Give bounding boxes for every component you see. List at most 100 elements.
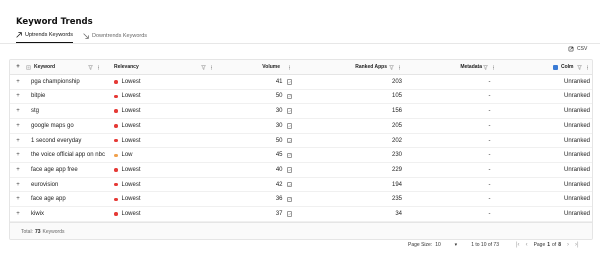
colm-cell: Unranked <box>563 137 590 144</box>
csv-export-button[interactable]: CSV <box>568 46 587 52</box>
relevancy-cell: Lowest <box>110 193 226 207</box>
column-menu-icon[interactable] <box>287 65 292 70</box>
filter-icon[interactable] <box>576 64 582 70</box>
keyword-cell[interactable]: eurovision <box>26 178 110 192</box>
column-header-colm[interactable]: Colm <box>550 60 592 74</box>
expand-row-toggle[interactable]: + <box>10 90 26 104</box>
tab-uptrends[interactable]: Uptrends Keywords <box>16 31 73 43</box>
filter-icon[interactable] <box>483 64 488 70</box>
keyword-cell[interactable]: face age app <box>26 193 110 207</box>
volume-cell: 45 <box>226 149 296 163</box>
relevancy-label: Lowest <box>121 93 141 100</box>
volume-value: 30 <box>275 108 283 115</box>
filter-icon[interactable] <box>389 64 394 70</box>
table-row[interactable]: + google maps go Lowest 30 205 - Unranked <box>10 119 592 134</box>
keyword-cell[interactable]: bitpie <box>26 90 110 104</box>
keyword-cell[interactable]: 1 second everyday <box>26 134 110 148</box>
keyword-cell[interactable]: face age app free <box>26 163 110 177</box>
trend-chart-icon[interactable] <box>286 123 292 129</box>
table-row[interactable]: + pga championship Lowest 41 203 - Unranked <box>10 75 592 90</box>
expand-row-toggle[interactable]: + <box>10 75 26 89</box>
trend-up-icon <box>16 32 22 38</box>
expand-all-toggle[interactable]: + <box>10 60 26 74</box>
column-header-volume-label: Volume <box>262 64 280 70</box>
volume-cell: 41 <box>226 75 296 89</box>
expand-row-toggle[interactable]: + <box>10 193 26 207</box>
table-row[interactable]: + bitpie Lowest 50 105 - Unranked <box>10 90 592 105</box>
table-row[interactable]: + face age app Lowest 36 235 - Unranked <box>10 193 592 208</box>
column-menu-icon[interactable] <box>96 65 101 70</box>
volume-value: 41 <box>275 78 283 85</box>
relevancy-label: Lowest <box>121 196 141 203</box>
relevancy-dot <box>114 197 118 202</box>
metadata-cell: - <box>488 211 491 218</box>
relevancy-cell: Lowest <box>110 163 226 177</box>
trend-chart-icon[interactable] <box>286 196 292 203</box>
trend-chart-icon[interactable] <box>286 137 292 144</box>
trend-chart-icon[interactable] <box>286 79 292 85</box>
tab-downtrends[interactable]: Downtrends Keywords <box>83 31 147 43</box>
prev-page-icon[interactable]: ‹ <box>526 242 528 248</box>
metadata-cell: - <box>488 137 491 144</box>
column-header-relevancy[interactable]: Relevancy <box>110 60 226 74</box>
column-header-ranked-apps[interactable]: Ranked Apps <box>296 60 410 74</box>
trend-chart-icon[interactable] <box>286 108 292 114</box>
table-row[interactable]: +1 second everyday Lowest 50 202 - Unranked <box>10 134 592 149</box>
total-label: Total: <box>21 228 33 235</box>
trend-chart-icon[interactable] <box>286 93 292 100</box>
column-header-metadata[interactable]: Metadata <box>410 60 499 74</box>
relevancy-label: Lowest <box>121 108 141 115</box>
relevancy-label: Lowest <box>121 211 141 218</box>
tab-downtrends-label: Downtrends Keywords <box>92 32 148 39</box>
column-menu-icon[interactable] <box>585 65 590 70</box>
column-header-keyword[interactable]: Keyword <box>26 60 110 74</box>
table-row[interactable]: + face age app free Lowest 40 229 - Unranked <box>10 163 592 178</box>
trend-down-icon <box>83 32 89 39</box>
relevancy-cell: Lowest <box>110 207 226 221</box>
ranked-apps-cell: 229 <box>391 166 402 173</box>
column-menu-icon[interactable] <box>209 65 214 70</box>
table-row[interactable]: + the voice official app on nbc Low 45 230 - U… <box>10 149 592 163</box>
expand-row-toggle[interactable]: + <box>10 163 26 177</box>
keyword-cell[interactable]: stg <box>26 104 110 118</box>
expand-row-toggle[interactable]: + <box>10 207 26 221</box>
expand-row-toggle[interactable]: + <box>10 134 26 148</box>
trend-chart-icon[interactable] <box>286 152 292 158</box>
expand-row-toggle[interactable]: + <box>10 119 26 133</box>
page-size-select[interactable]: 10 ▾ <box>435 242 457 248</box>
expand-row-toggle[interactable]: + <box>10 104 26 118</box>
trend-chart-icon[interactable] <box>286 181 292 188</box>
relevancy-cell: Lowest <box>110 90 226 104</box>
first-page-icon[interactable]: |‹ <box>516 242 520 248</box>
filter-icon[interactable] <box>201 64 206 70</box>
expand-row-toggle[interactable]: + <box>10 149 26 163</box>
metadata-cell: - <box>488 108 491 115</box>
relevancy-label: Lowest <box>121 122 141 129</box>
next-page-icon[interactable]: › <box>567 242 569 248</box>
column-header-volume[interactable]: Volume <box>226 60 296 74</box>
trend-chart-icon[interactable] <box>286 211 292 217</box>
csv-label: CSV <box>577 46 588 52</box>
filter-icon[interactable] <box>88 64 93 70</box>
keyword-cell[interactable]: pga championship <box>26 75 110 89</box>
table-row[interactable]: + stg Lowest 30 156 - Unranked <box>10 104 592 119</box>
keyword-cell[interactable]: kiwix <box>26 207 110 221</box>
column-menu-icon[interactable] <box>397 65 402 70</box>
table-row[interactable]: + kiwix Lowest 37 34 - Unranked <box>10 207 592 222</box>
volume-cell: 36 <box>226 193 296 207</box>
metadata-cell: - <box>488 78 491 85</box>
ranked-apps-cell: 235 <box>391 196 402 203</box>
volume-value: 36 <box>275 196 283 203</box>
total-suffix: Keywords <box>42 228 65 235</box>
column-checkbox[interactable] <box>553 64 558 70</box>
last-page-icon[interactable]: ›| <box>575 242 579 248</box>
relevancy-dot <box>114 153 118 157</box>
keyword-cell[interactable]: the voice official app on nbc <box>26 149 110 163</box>
trend-chart-icon[interactable] <box>286 167 292 173</box>
keyword-cell[interactable]: google maps go <box>26 119 110 133</box>
column-menu-icon[interactable] <box>491 65 496 70</box>
table-row[interactable]: + eurovision Lowest 42 194 - Unranked <box>10 178 592 193</box>
column-header-ranked-apps-label: Ranked Apps <box>355 64 387 70</box>
expand-row-toggle[interactable]: + <box>10 178 26 192</box>
colm-cell: Unranked <box>563 108 590 115</box>
